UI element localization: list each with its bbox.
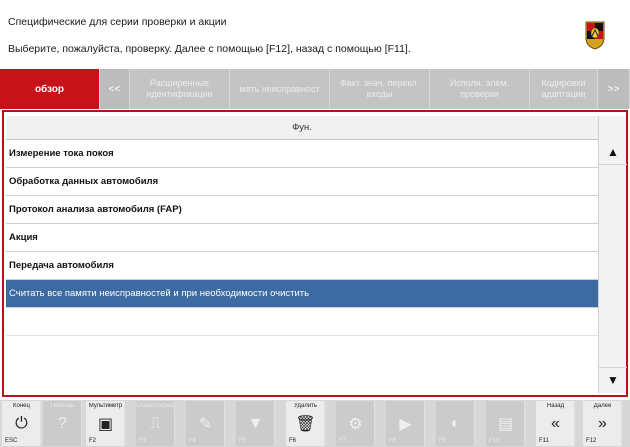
fkey-code: F6 bbox=[289, 438, 297, 444]
fkey-f10-button: ▤ F10 bbox=[486, 401, 525, 446]
fkey-code: F10 bbox=[489, 438, 500, 444]
fkey-code: F4 bbox=[189, 438, 197, 444]
fkey-f9-button: ◐ F9 bbox=[436, 401, 475, 446]
oscilloscope-icon: ⎍ bbox=[149, 415, 162, 432]
filter-icon: ▼ bbox=[247, 415, 264, 432]
function-list-panel: Фун. Измерение тока покоя Обработка данн… bbox=[2, 110, 628, 397]
fkey-code: ESC bbox=[5, 438, 18, 444]
fkey-code: F11 bbox=[539, 438, 549, 444]
fkey-f5-button: ▼ F5 bbox=[236, 401, 275, 446]
tab-actuator-tests[interactable]: Исполн. элем. проверки bbox=[430, 69, 530, 109]
page-title: Специфические для серии проверки и акции bbox=[8, 16, 227, 28]
component-icon: ◐ bbox=[450, 415, 461, 432]
fkey-label: Назад bbox=[546, 403, 565, 409]
fkey-label: Осциллограф bbox=[136, 403, 175, 409]
tab-overview[interactable]: обзор bbox=[0, 69, 100, 109]
fkey-code: F7 bbox=[339, 438, 347, 444]
tab-codings-adaptations[interactable]: Кодировки адаптации bbox=[530, 69, 598, 109]
function-list: Измерение тока покоя Обработка данных ав… bbox=[6, 140, 598, 336]
fkey-label: Удалить bbox=[294, 403, 317, 409]
list-item-quiescent-current[interactable]: Измерение тока покоя bbox=[6, 140, 598, 168]
tools-icon: ⚙ bbox=[348, 416, 363, 433]
fkey-code: F5 bbox=[239, 438, 247, 444]
fkey-label: Далее bbox=[593, 403, 612, 409]
fkey-label: Мультиметр bbox=[88, 403, 123, 409]
fkey-f4-button: ✎ F4 bbox=[186, 401, 225, 446]
porsche-crest-icon bbox=[585, 21, 605, 50]
fkey-code: F3 bbox=[139, 438, 147, 444]
column-header-function: Фун. bbox=[6, 116, 598, 140]
play-icon: ▶ bbox=[399, 416, 412, 433]
instruction-text: Выберите, пожалуйста, проверку. Далее с … bbox=[8, 43, 411, 55]
fkey-f8-button: ▶ F8 bbox=[386, 401, 425, 446]
next-icon: » bbox=[598, 415, 607, 432]
tab-scroll-left-button[interactable]: << bbox=[100, 69, 130, 109]
fkey-f7-button: ⚙ F7 bbox=[336, 401, 375, 446]
list-item-campaign[interactable]: Акция bbox=[6, 224, 598, 252]
scrollbar[interactable]: ▲ ▼ bbox=[598, 116, 627, 393]
fkey-f6-button[interactable]: Удалить 🗑 F6 bbox=[286, 401, 325, 446]
tab-scroll-right-button[interactable]: >> bbox=[598, 69, 630, 109]
back-icon: « bbox=[551, 415, 560, 432]
fkey-f1-button: Помощь? bbox=[43, 401, 82, 446]
fkey-code: F2 bbox=[89, 438, 97, 444]
fkey-esc-button[interactable]: Конец ⏻ ESC bbox=[2, 401, 41, 446]
fkey-code: F8 bbox=[389, 438, 397, 444]
power-icon: ⏻ bbox=[15, 415, 28, 432]
fkey-code: F9 bbox=[439, 438, 447, 444]
delete-icon: 🗑 bbox=[295, 416, 316, 433]
scroll-track[interactable] bbox=[599, 164, 627, 368]
tab-fault-memory[interactable]: мять неисправност bbox=[230, 69, 330, 109]
fkey-f3-button: Осциллограф ⎍ F3 bbox=[136, 401, 175, 446]
list-item-vehicle-handover[interactable]: Передача автомобиля bbox=[6, 252, 598, 280]
help-icon: ? bbox=[58, 415, 67, 432]
fkey-f11-button[interactable]: Назад «F11 bbox=[536, 401, 575, 446]
edit-icon: ✎ bbox=[198, 416, 213, 433]
fkey-f2-button[interactable]: Мультиметр ▣ F2 bbox=[86, 401, 125, 446]
fkey-f12-button[interactable]: Далее » F12 bbox=[583, 401, 622, 446]
document-icon: ▤ bbox=[497, 416, 514, 433]
fkey-code: F12 bbox=[586, 438, 597, 444]
tab-bar: обзор << Расширенные идентификации мять … bbox=[0, 69, 630, 109]
scroll-up-button[interactable]: ▲ bbox=[599, 140, 627, 164]
tab-actual-values[interactable]: Факт. знач. перекл. входы bbox=[330, 69, 430, 109]
list-item-empty bbox=[6, 308, 598, 336]
list-item-read-clear-fault-memories[interactable]: Считать все памяти неисправностей и при … bbox=[6, 280, 598, 308]
scroll-down-button[interactable]: ▼ bbox=[599, 368, 627, 392]
fkey-label: Помощь bbox=[50, 403, 75, 409]
list-item-vehicle-analysis-log[interactable]: Протокол анализа автомобиля (FAP) bbox=[6, 196, 598, 224]
tab-extended-identification[interactable]: Расширенные идентификации bbox=[130, 69, 230, 109]
header: Специфические для серии проверки и акции… bbox=[0, 0, 630, 64]
list-item-vehicle-data[interactable]: Обработка данных автомобиля bbox=[6, 168, 598, 196]
function-key-bar: Конец ⏻ ESC Помощь? Мультиметр ▣ F2 Осциллограф… bbox=[0, 400, 630, 447]
fkey-label: Конец bbox=[13, 403, 30, 409]
multimeter-icon: ▣ bbox=[97, 416, 114, 433]
